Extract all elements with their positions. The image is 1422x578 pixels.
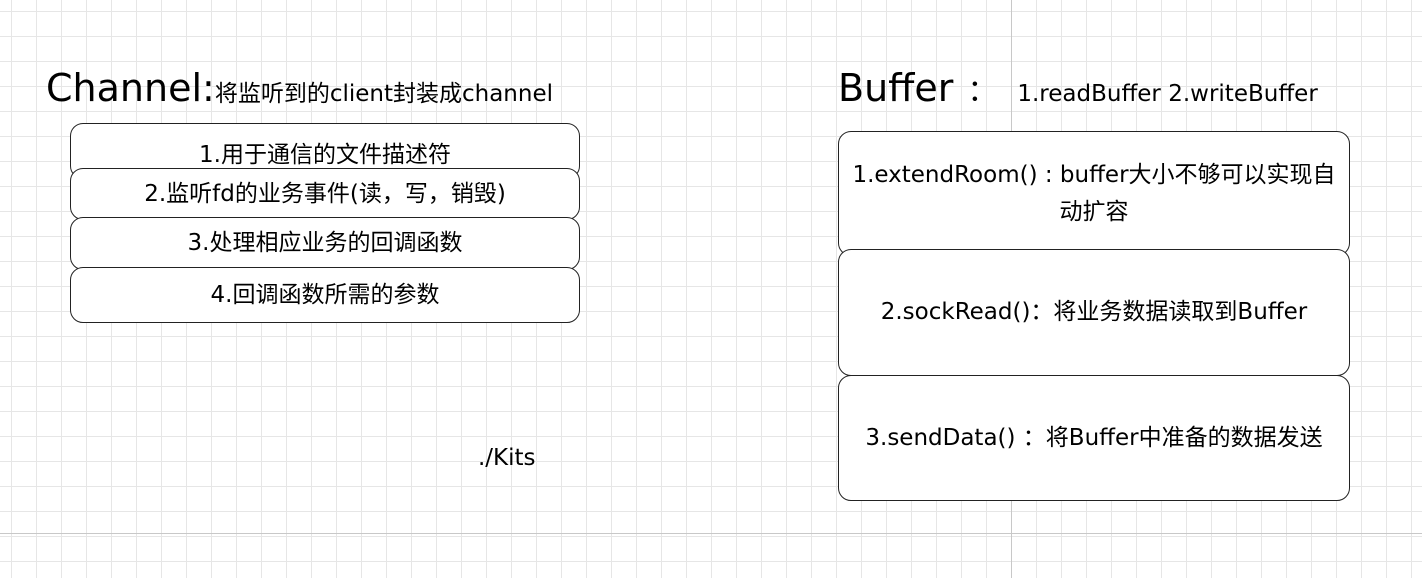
channel-item-events[interactable]: 2.监听fd的业务事件(读，写，销毁) xyxy=(70,168,580,220)
buffer-item-label: 1.extendRoom() : buffer大小不够可以实现自动扩容 xyxy=(852,161,1336,225)
channel-item-callback-args[interactable]: 4.回调函数所需的参数 xyxy=(70,267,580,323)
channel-item-label: 3.处理相应业务的回调函数 xyxy=(187,230,463,257)
buffer-title-main: Buffer xyxy=(838,66,954,110)
channel-title-main: Channel: xyxy=(46,66,215,110)
buffer-item-sock-read[interactable]: 2.sockRead()：将业务数据读取到Buffer xyxy=(838,249,1350,376)
channel-item-callback[interactable]: 3.处理相应业务的回调函数 xyxy=(70,217,580,270)
channel-title-sub: 将监听到的client封装成channel xyxy=(214,81,553,107)
channel-item-label: 4.回调函数所需的参数 xyxy=(210,281,440,308)
buffer-title-sub: 1.readBuffer 2.writeBuffer xyxy=(1017,81,1318,107)
kits-path-label: ./Kits xyxy=(478,445,536,471)
buffer-item-label: 3.sendData() ：将Buffer中准备的数据发送 xyxy=(865,424,1323,451)
buffer-title: Buffer ： 1.readBuffer 2.writeBuffer xyxy=(838,66,1318,110)
buffer-item-send-data[interactable]: 3.sendData() ：将Buffer中准备的数据发送 xyxy=(838,375,1350,501)
buffer-item-label: 2.sockRead()：将业务数据读取到Buffer xyxy=(880,299,1308,326)
channel-item-label: 1.用于通信的文件描述符 xyxy=(199,141,451,168)
horizontal-guide-line xyxy=(0,533,1422,534)
buffer-item-extend-room[interactable]: 1.extendRoom() : buffer大小不够可以实现自动扩容 xyxy=(838,131,1350,256)
channel-title: Channel: 将监听到的client封装成channel xyxy=(46,66,553,110)
channel-item-label: 2.监听fd的业务事件(读，写，销毁) xyxy=(144,180,506,207)
buffer-title-separator: ： xyxy=(967,74,998,109)
